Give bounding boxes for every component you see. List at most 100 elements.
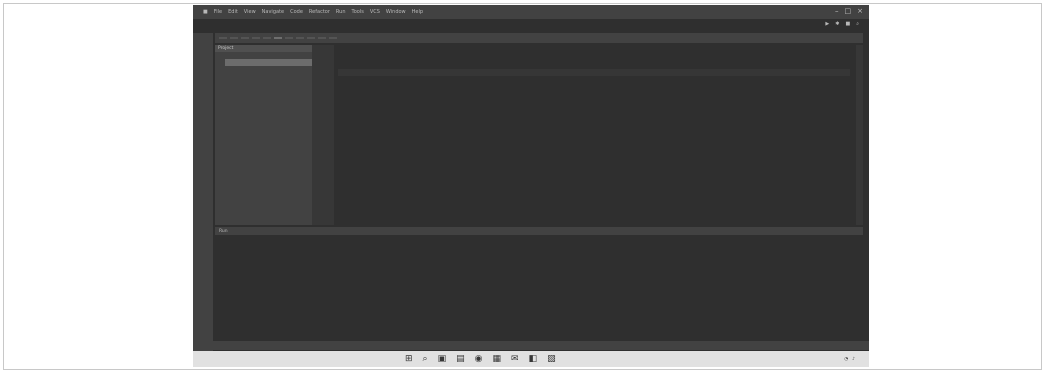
app-icon[interactable]: ▧ <box>547 354 556 364</box>
project-tree-item[interactable]: ​ <box>225 158 312 165</box>
code-line[interactable]: ​ <box>338 76 850 83</box>
editor-tab[interactable] <box>296 37 304 39</box>
store-icon[interactable]: ▦ <box>492 354 501 364</box>
ide-screen: ■ File Edit View Navigate Code Refactor … <box>193 5 869 367</box>
menu-tools[interactable]: Tools <box>352 9 364 15</box>
windows-taskbar: ⊞ ⌕ ▣ ▤ ◉ ▦ ✉ ◧ ▧ ◔ ♪ <box>193 351 869 367</box>
code-line[interactable]: ​ <box>338 48 850 55</box>
search-icon[interactable]: ⌕ <box>856 21 859 27</box>
console-line: ​ <box>231 257 847 266</box>
code-line[interactable]: ​ <box>338 62 850 69</box>
menu-vcs[interactable]: VCS <box>370 9 380 15</box>
project-tree-item[interactable]: ​ <box>225 187 312 194</box>
stop-icon[interactable]: ■ <box>845 21 850 27</box>
menu-window[interactable]: Window <box>386 9 406 15</box>
code-line[interactable]: ​ <box>338 83 850 90</box>
editor-tab[interactable] <box>263 37 271 39</box>
project-tree: ​​​​​​​​​​​​​​​​​​​​​​​​ <box>215 52 312 222</box>
console-line: ​ <box>231 285 847 294</box>
code-line[interactable]: ​ <box>338 97 850 104</box>
project-tree-item[interactable]: ​ <box>225 52 312 59</box>
editor-tab[interactable] <box>252 37 260 39</box>
console-line: ​ <box>231 313 847 322</box>
project-panel-title: Project <box>215 45 312 52</box>
menu-code[interactable]: Code <box>290 9 303 15</box>
editor-tab[interactable] <box>230 37 238 39</box>
console-line: ​ <box>231 303 847 312</box>
task-view-icon[interactable]: ▣ <box>438 354 447 364</box>
project-tree-item[interactable]: ​ <box>225 66 312 73</box>
console-line: ​ <box>231 267 847 276</box>
console-line: ​ <box>231 294 847 303</box>
project-tree-item[interactable]: ​ <box>225 73 312 80</box>
close-icon[interactable]: × <box>857 7 863 15</box>
app-logo-icon: ■ <box>203 9 208 15</box>
status-bar <box>193 341 869 350</box>
editor-tabs <box>215 33 863 43</box>
project-tree-item[interactable]: ​ <box>225 59 312 67</box>
mail-icon[interactable]: ✉ <box>511 354 519 364</box>
editor-scrollbar[interactable] <box>856 45 863 225</box>
console-line: ​ <box>231 248 847 257</box>
file-explorer-icon[interactable]: ▤ <box>456 354 465 364</box>
project-tree-item[interactable]: ​ <box>225 123 312 130</box>
debug-icon[interactable]: ✱ <box>835 21 839 27</box>
maximize-icon[interactable]: □ <box>845 7 852 15</box>
code-line[interactable]: ​ <box>338 90 850 97</box>
editor-tab[interactable] <box>307 37 315 39</box>
project-tree-item[interactable]: ​ <box>225 166 312 173</box>
menu-edit[interactable]: Edit <box>228 9 238 15</box>
search-icon[interactable]: ⌕ <box>423 354 428 364</box>
project-tree-item[interactable]: ​ <box>225 102 312 109</box>
run-tab[interactable]: Run <box>219 229 228 234</box>
code-line[interactable]: ​ <box>338 55 850 62</box>
project-tree-item[interactable]: ​ <box>225 137 312 144</box>
editor-tab[interactable] <box>318 37 326 39</box>
project-tree-item[interactable]: ​ <box>225 215 312 222</box>
console-line: ​ <box>231 276 847 285</box>
project-tree-item[interactable]: ​ <box>225 201 312 208</box>
project-tree-item[interactable]: ​ <box>225 194 312 201</box>
run-toolbar: ▶ ✱ ■ ⌕ <box>819 19 859 29</box>
minimize-icon[interactable]: – <box>835 7 839 15</box>
browser-icon[interactable]: ◉ <box>475 354 483 364</box>
code-line[interactable]: ​ <box>338 69 850 76</box>
project-tree-item[interactable]: ​ <box>225 144 312 151</box>
menu-bar: ■ File Edit View Navigate Code Refactor … <box>193 5 869 19</box>
editor-tab[interactable] <box>219 37 227 39</box>
tool-window-strip <box>193 33 213 351</box>
project-tree-item[interactable]: ​ <box>225 180 312 187</box>
network-icon[interactable]: ◔ <box>844 357 848 362</box>
project-tree-item[interactable]: ​ <box>225 87 312 94</box>
menu-view[interactable]: View <box>244 9 256 15</box>
run-console[interactable]: ​​​​​​​​​ <box>215 237 863 339</box>
taskbar-apps: ⊞ ⌕ ▣ ▤ ◉ ▦ ✉ ◧ ▧ <box>405 354 556 364</box>
pycharm-icon[interactable]: ◧ <box>529 354 538 364</box>
project-tree-item[interactable]: ​ <box>225 95 312 102</box>
window-controls: – □ × <box>835 7 863 15</box>
project-tree-item[interactable]: ​ <box>225 109 312 116</box>
editor-tab-active[interactable] <box>274 37 282 39</box>
project-tree-item[interactable]: ​ <box>225 80 312 87</box>
project-tree-item[interactable]: ​ <box>225 173 312 180</box>
project-tree-item[interactable]: ​ <box>225 116 312 123</box>
project-tree-item[interactable]: ​ <box>225 208 312 215</box>
code-editor[interactable]: ​​​​​​​​ <box>334 45 854 225</box>
menu-file[interactable]: File <box>214 9 222 15</box>
editor-tab[interactable] <box>241 37 249 39</box>
console-line: ​ <box>231 239 847 248</box>
menu-help[interactable]: Help <box>412 9 423 15</box>
editor-tab[interactable] <box>329 37 337 39</box>
start-icon[interactable]: ⊞ <box>405 354 413 364</box>
menu-navigate[interactable]: Navigate <box>262 9 284 15</box>
volume-icon[interactable]: ♪ <box>852 357 855 362</box>
project-panel: Project ​​​​​​​​​​​​​​​​​​​​​​​​ <box>215 45 312 225</box>
menu-refactor[interactable]: Refactor <box>309 9 330 15</box>
run-icon[interactable]: ▶ <box>825 21 829 27</box>
menu-run[interactable]: Run <box>336 9 346 15</box>
project-tree-item[interactable]: ​ <box>225 130 312 137</box>
system-tray: ◔ ♪ <box>844 357 863 362</box>
editor-tab[interactable] <box>285 37 293 39</box>
project-tree-item[interactable]: ​ <box>225 151 312 158</box>
line-number-gutter <box>312 45 334 225</box>
